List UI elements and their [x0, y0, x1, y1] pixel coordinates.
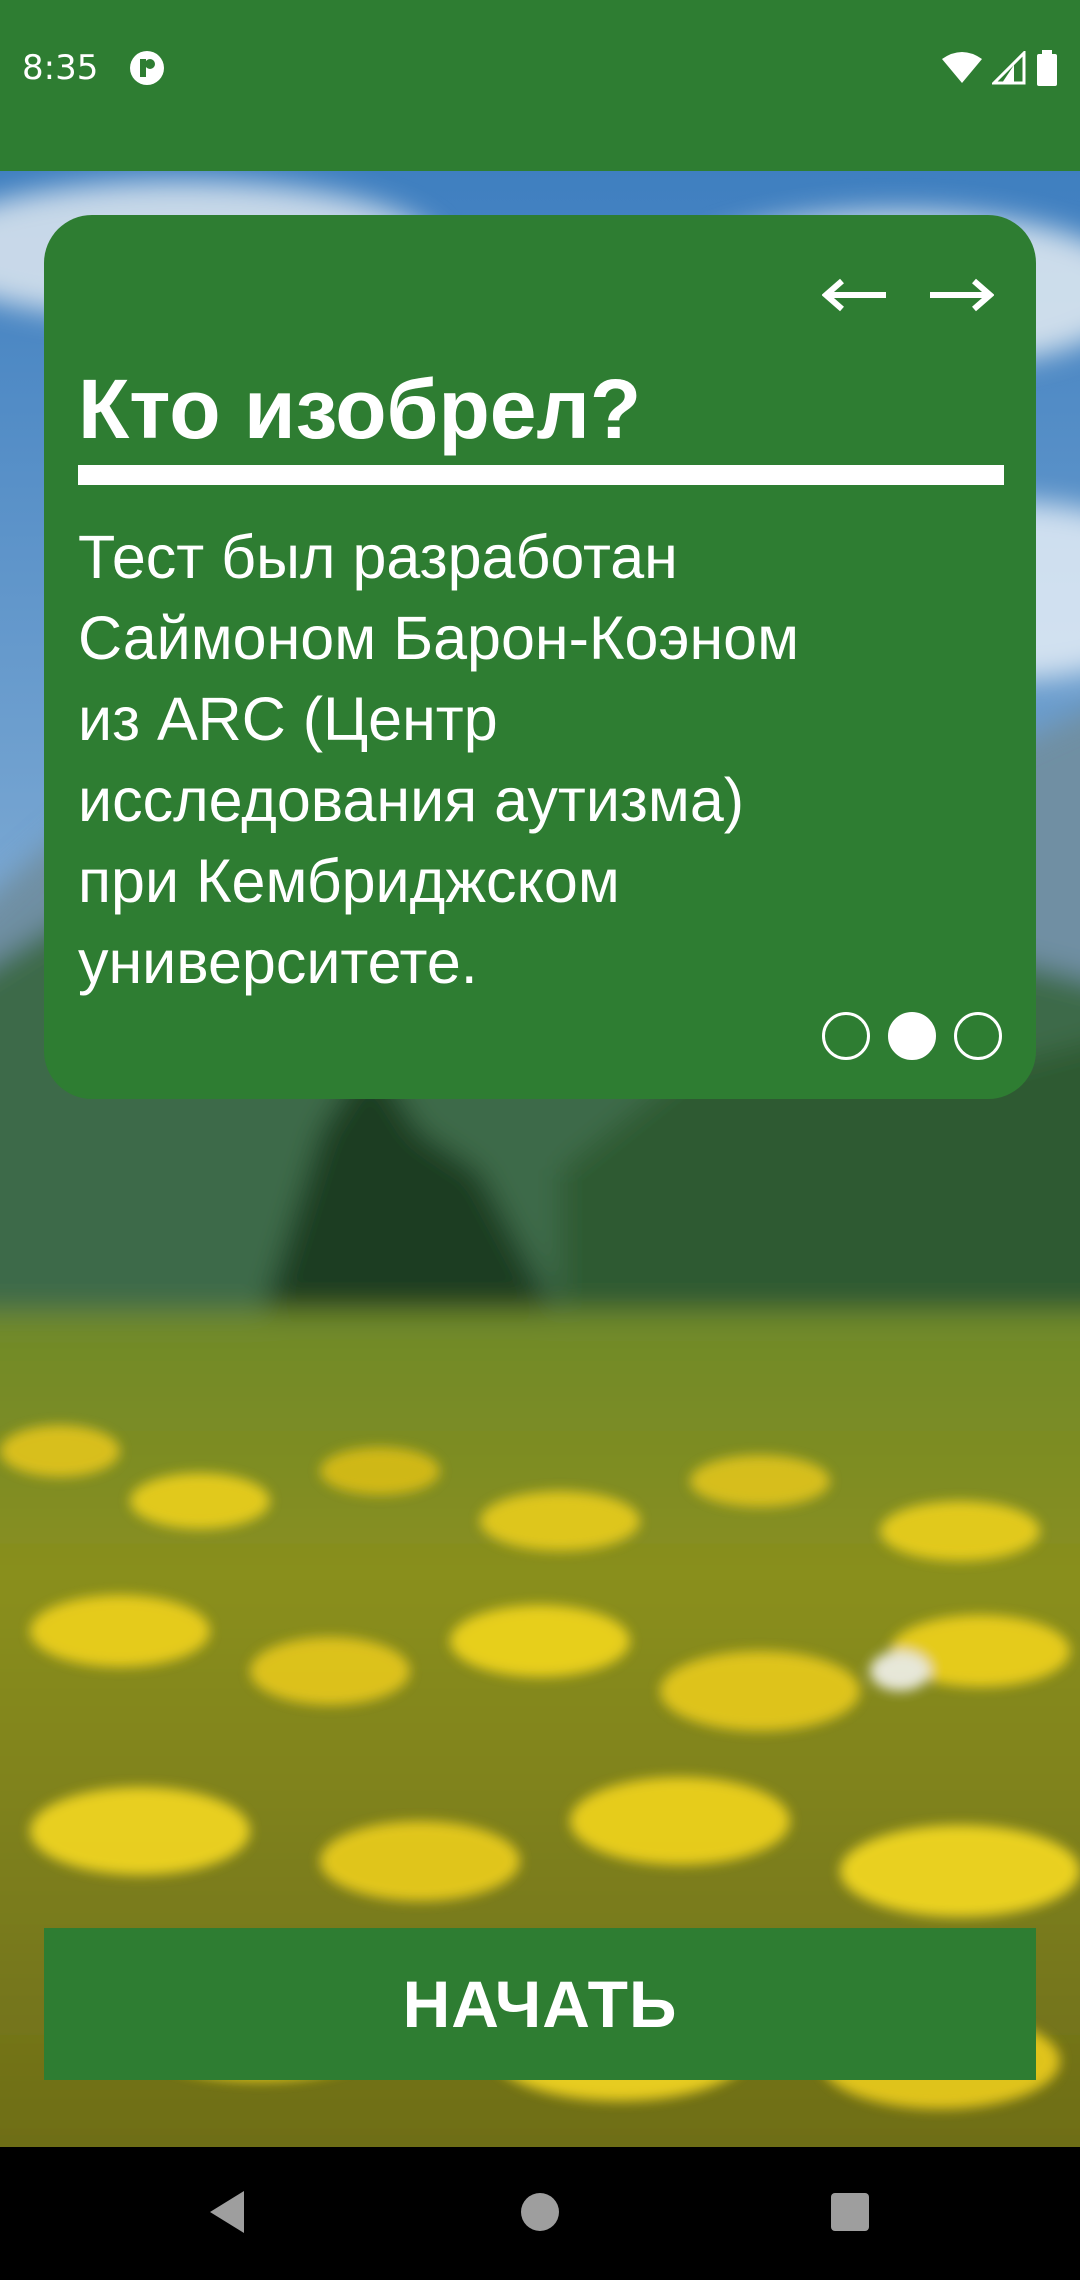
card-body-line: Саймоном Барон-Коэном [78, 604, 800, 672]
card-body-line: Тест был разработан [78, 523, 678, 591]
status-bar: 8:35 [0, 0, 1080, 171]
start-button[interactable]: НАЧАТЬ [44, 1928, 1036, 2080]
page-dot-2-active[interactable] [888, 1012, 936, 1060]
arrow-right-icon[interactable] [928, 275, 994, 315]
card-navigation [822, 275, 994, 315]
cellular-signal-icon [992, 51, 1026, 85]
title-underline [78, 465, 1004, 485]
page-indicator [822, 1012, 1002, 1060]
page-dot-1[interactable] [822, 1012, 870, 1060]
home-icon[interactable] [520, 2187, 560, 2237]
page-dot-3[interactable] [954, 1012, 1002, 1060]
card-body-line: из ARC (Центр [78, 685, 498, 753]
card-body: Тест был разработан Саймоном Барон-Коэно… [78, 517, 1008, 1003]
back-icon[interactable] [204, 2187, 248, 2237]
app-notification-icon [130, 51, 164, 85]
wifi-icon [942, 52, 982, 83]
card-body-line: университете. [78, 928, 478, 996]
info-card: Кто изобрел? Тест был разработан Саймоно… [44, 215, 1036, 1099]
status-time: 8:35 [22, 48, 99, 88]
card-body-line: исследования аутизма) [78, 766, 745, 834]
recents-icon[interactable] [829, 2187, 871, 2237]
arrow-left-icon[interactable] [822, 275, 888, 315]
system-navigation-bar [0, 2147, 1080, 2280]
battery-icon [1037, 50, 1057, 86]
card-title: Кто изобрел? [78, 362, 642, 456]
card-body-line: при Кембриджском [78, 847, 620, 915]
status-icons [942, 48, 1058, 88]
